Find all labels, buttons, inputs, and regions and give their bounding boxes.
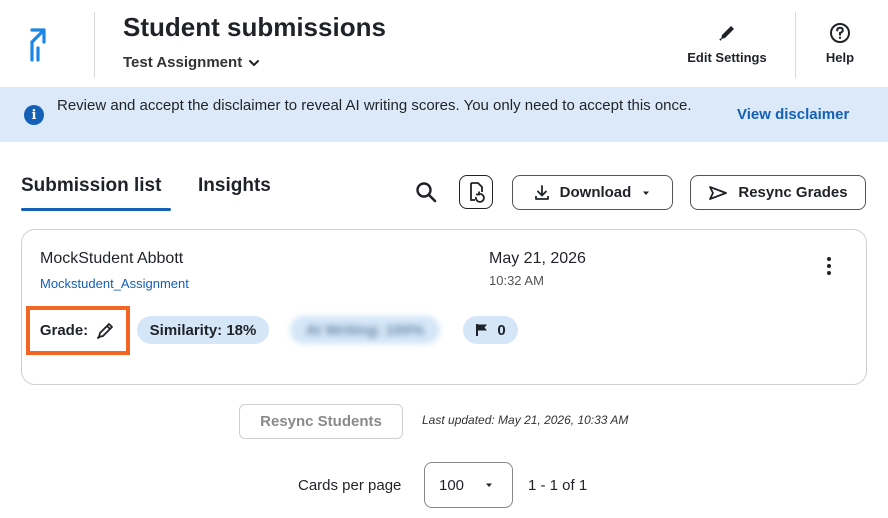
tab-insights[interactable]: Insights	[198, 175, 271, 197]
send-icon	[709, 185, 728, 200]
cards-per-page-label: Cards per page	[298, 477, 402, 494]
banner-message: Review and accept the disclaimer to reve…	[57, 97, 692, 114]
download-icon	[534, 184, 549, 200]
info-icon: i	[24, 105, 44, 125]
student-name: MockStudent Abbott	[40, 250, 184, 267]
cards-per-page-value: 100	[439, 476, 465, 494]
export-button[interactable]	[459, 175, 493, 209]
tab-submission-list[interactable]: Submission list	[21, 175, 161, 197]
export-icon	[470, 182, 485, 203]
pencil-icon	[96, 322, 114, 339]
edit-grade-button[interactable]	[94, 320, 116, 342]
chevron-down-icon	[249, 59, 260, 66]
pencil-icon	[719, 26, 734, 41]
assignment-selector[interactable]: Test Assignment	[123, 54, 260, 71]
last-updated-text: Last updated: May 21, 2026, 10:33 AM	[422, 413, 629, 427]
header-divider	[795, 12, 796, 78]
submission-time: 10:32 AM	[489, 273, 544, 288]
assignment-name: Test Assignment	[123, 54, 243, 71]
search-icon[interactable]	[414, 180, 438, 204]
resync-students-button[interactable]: Resync Students	[239, 404, 403, 439]
pagination-range: 1 - 1 of 1	[528, 477, 588, 494]
resync-grades-button[interactable]: Resync Grades	[690, 175, 866, 210]
logo-icon	[22, 26, 62, 66]
caret-down-icon	[486, 483, 493, 487]
edit-settings-label: Edit Settings	[687, 50, 767, 65]
resync-grades-label: Resync Grades	[738, 184, 848, 201]
kebab-menu-icon[interactable]	[817, 253, 841, 279]
flag-icon	[476, 324, 488, 336]
flag-count: 0	[497, 321, 506, 339]
submission-file-link[interactable]: Mockstudent_Assignment	[40, 276, 189, 291]
grade-label: Grade:	[39, 322, 89, 339]
caret-down-icon	[643, 191, 650, 195]
help-label: Help	[825, 50, 855, 65]
view-disclaimer-link[interactable]: View disclaimer	[737, 106, 849, 123]
download-label: Download	[559, 184, 632, 201]
grade-field: Grade:	[26, 306, 130, 355]
edit-settings-button[interactable]: Edit Settings	[684, 22, 770, 65]
cards-per-page-select[interactable]: 100	[424, 462, 513, 508]
submission-date: May 21, 2026	[489, 250, 586, 267]
page-title: Student submissions	[123, 12, 386, 42]
active-tab-indicator	[21, 208, 171, 211]
header-divider	[94, 12, 95, 78]
ai-writing-badge: AI Writing: 100%	[290, 316, 440, 344]
similarity-badge[interactable]: Similarity: 18%	[137, 316, 269, 344]
help-icon	[830, 23, 850, 43]
help-button[interactable]: Help	[817, 22, 863, 65]
download-button[interactable]: Download	[512, 175, 673, 210]
flag-badge[interactable]: 0	[463, 316, 518, 344]
